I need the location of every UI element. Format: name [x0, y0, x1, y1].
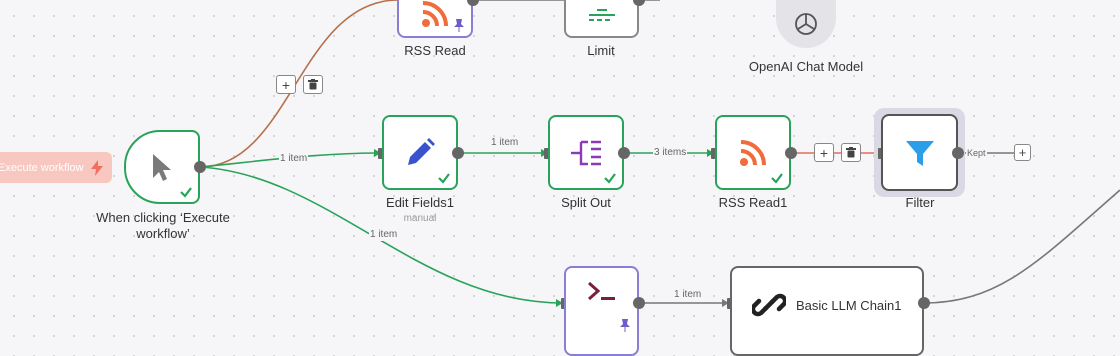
filter-output-port[interactable] — [952, 147, 964, 159]
chain-link-icon — [752, 293, 786, 317]
limit-label: Limit — [587, 43, 615, 58]
pencil-icon — [408, 137, 435, 165]
edge-label-edit-split: 1 item — [490, 137, 520, 149]
split-out-label: Split Out — [561, 195, 611, 210]
success-check-icon — [771, 173, 783, 184]
filter-node[interactable] — [881, 114, 958, 191]
execute-workflow-button[interactable]: Execute workflow — [0, 152, 112, 183]
add-node-button[interactable]: + — [1014, 144, 1031, 161]
add-node-button[interactable]: + — [814, 143, 834, 162]
split-icon — [571, 140, 601, 165]
success-check-icon — [604, 173, 616, 184]
edit-fields-node[interactable] — [382, 115, 458, 190]
success-check-icon — [180, 187, 192, 198]
trigger-output-port[interactable] — [194, 161, 206, 173]
rss-icon — [422, 1, 448, 27]
basic-llm-chain-node[interactable]: Basic LLM Chain1 — [730, 266, 924, 356]
edge-label-trigger-edit: 1 item — [279, 153, 309, 165]
terminal-icon — [587, 281, 615, 301]
delete-connection-button[interactable] — [841, 143, 861, 162]
edit-fields-label: Edit Fields1 — [386, 195, 454, 210]
rss-read1-node[interactable] — [715, 115, 791, 190]
pin-icon — [454, 19, 464, 32]
limit-node[interactable] — [564, 0, 639, 38]
rss-read-node[interactable] — [397, 0, 473, 38]
edit-fields-output-port[interactable] — [452, 147, 464, 159]
edge-label-code-llm: 1 item — [673, 289, 703, 301]
pin-icon — [620, 319, 630, 332]
execute-workflow-label: Execute workflow — [0, 161, 84, 174]
trash-icon — [846, 147, 856, 158]
add-node-button[interactable]: + — [276, 75, 296, 94]
trigger-node[interactable] — [124, 130, 200, 204]
split-out-node[interactable] — [548, 115, 624, 190]
code-node[interactable] — [564, 266, 639, 356]
trash-icon — [308, 79, 318, 90]
openai-icon — [795, 13, 817, 35]
delete-connection-button[interactable] — [303, 75, 323, 94]
edge-label-split-rss: 3 items — [653, 147, 688, 159]
split-out-output-port[interactable] — [618, 147, 630, 159]
limit-icon — [588, 9, 615, 21]
success-check-icon — [438, 173, 450, 184]
rss-read-label: RSS Read — [404, 43, 466, 58]
code-output-port[interactable] — [633, 297, 645, 309]
trigger-node-label: When clicking ‘Execute workflow’ — [96, 210, 230, 241]
filter-icon — [905, 140, 934, 166]
openai-chat-model-label: OpenAI Chat Model — [748, 59, 864, 74]
rss-read1-label: RSS Read1 — [718, 195, 788, 210]
basic-llm-chain-label: Basic LLM Chain1 — [796, 298, 902, 313]
edge-label-trigger-code: 1 item — [369, 229, 399, 241]
rss-read1-output-port[interactable] — [785, 147, 797, 159]
edit-fields-sublabel: manual — [403, 213, 437, 224]
llm-chain-output-port[interactable] — [918, 297, 930, 309]
cursor-icon — [153, 154, 171, 181]
openai-chat-model-node[interactable] — [776, 0, 836, 48]
rss-icon — [740, 139, 766, 166]
edge-label-filter-kept: Kept — [966, 147, 987, 159]
lightning-icon — [90, 159, 103, 176]
filter-label: Filter — [905, 195, 935, 210]
edge-trigger-to-rss — [199, 0, 399, 168]
